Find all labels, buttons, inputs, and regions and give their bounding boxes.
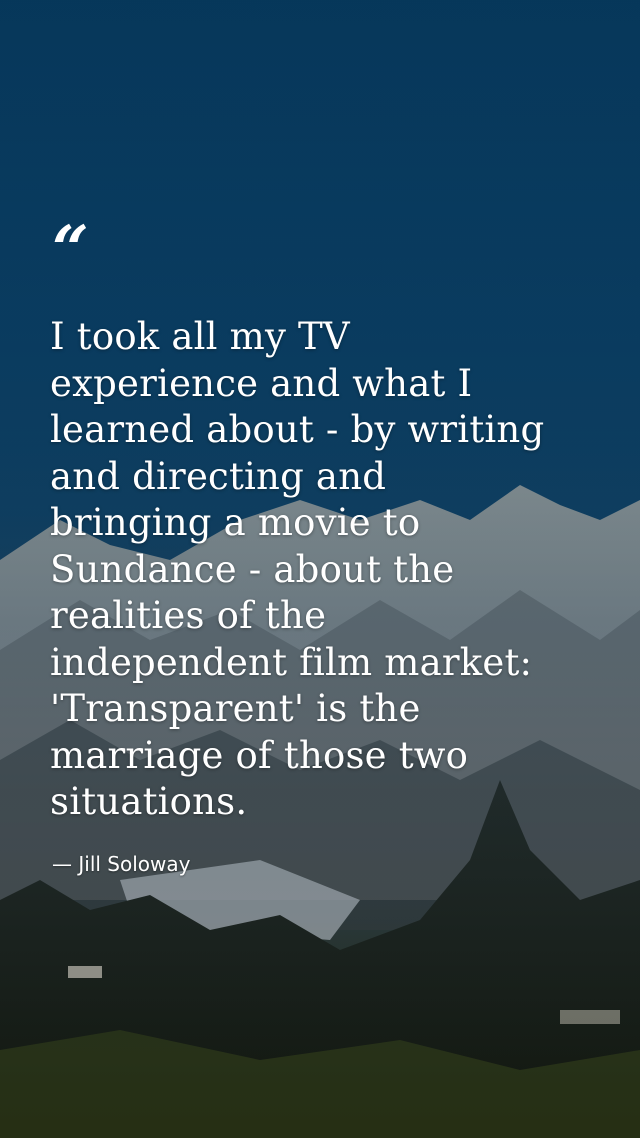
quote-line: and directing and [50, 454, 387, 498]
quote-mark-icon: “ [52, 212, 89, 287]
quote-line: learned about - by writing [50, 408, 545, 451]
quote-line: 'Transparent' is the [50, 687, 421, 730]
quote-line: independent film market: [50, 640, 533, 684]
quote-line: bringing a movie to [50, 501, 421, 544]
quote-line: situations. [50, 780, 248, 823]
quote-line: Sundance - about the [50, 547, 455, 591]
quote-text: I took all my TV experience and what I l… [50, 314, 598, 826]
quote-line: realities of the [50, 594, 327, 637]
quote-author: — Jill Soloway [52, 852, 191, 876]
quote-line: I took all my TV [50, 315, 350, 358]
quote-line: marriage of those two [50, 733, 469, 777]
quote-line: experience and what I [50, 361, 473, 405]
